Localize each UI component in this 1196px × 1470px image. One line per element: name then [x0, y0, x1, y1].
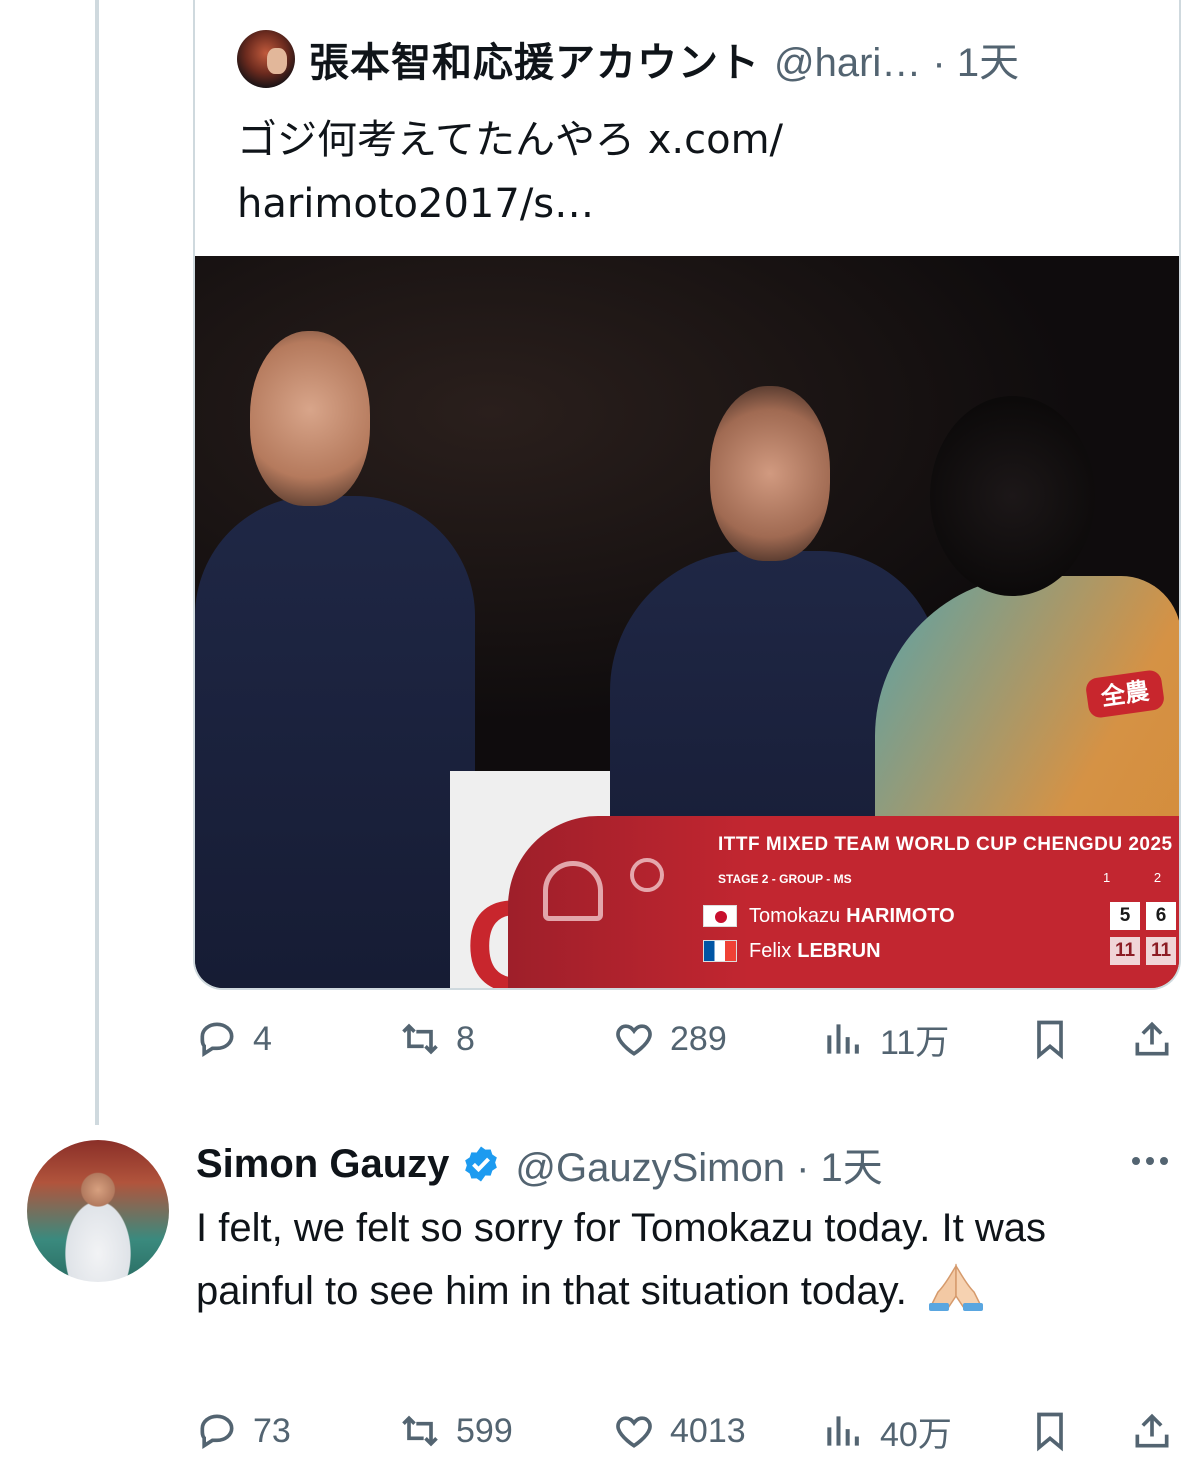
reply-tweet-header: Simon Gauzy @GauzySimon · 1天 — [196, 1136, 883, 1192]
like-count: 4013 — [670, 1411, 746, 1450]
views-button[interactable]: 11万 — [822, 1014, 949, 1064]
bookmark-button[interactable] — [1028, 1014, 1072, 1064]
player1-first-name: Tomokazu — [749, 904, 841, 927]
reply-author-name[interactable]: Simon Gauzy — [196, 1142, 449, 1187]
quoted-tweet-card[interactable]: 張本智和応援アカウント @hari… · 1天 ゴジ何考えてたんやろ x.com… — [193, 0, 1181, 990]
reply-tweet-body: I felt, we felt so sorry for Tomokazu to… — [196, 1206, 1046, 1313]
bookmark-icon — [1037, 1412, 1063, 1452]
reply-author-handle-time[interactable]: @GauzySimon · 1天 — [515, 1135, 882, 1193]
scoreboard-title: ITTF MIXED TEAM WORLD CUP CHENGDU 2025 — [718, 834, 1173, 855]
reply-count: 73 — [253, 1411, 291, 1450]
video-person-left-head — [250, 331, 370, 506]
world-cup-logo-icon — [543, 861, 603, 921]
views-count: 40万 — [880, 1415, 952, 1454]
france-flag-icon — [703, 940, 737, 962]
like-button[interactable]: 289 — [612, 1014, 727, 1064]
repost-count: 8 — [456, 1019, 475, 1058]
player1-last-name: HARIMOTO — [846, 904, 955, 927]
quoted-tweet-video[interactable]: C 全農 ITTF MIXED TEAM WORLD CUP CHENGDU 2… — [195, 256, 1179, 988]
reply-author-avatar[interactable] — [27, 1140, 169, 1282]
share-button[interactable] — [1130, 1014, 1174, 1064]
repost-count: 599 — [456, 1411, 513, 1450]
repost-icon — [402, 1415, 438, 1447]
views-button[interactable]: 40万 — [822, 1406, 952, 1456]
reply-icon — [200, 1414, 234, 1450]
repost-button[interactable]: 8 — [398, 1014, 475, 1064]
quoted-author-avatar[interactable] — [237, 30, 295, 88]
quoted-author-name[interactable]: 張本智和応援アカウント — [309, 30, 760, 88]
bookmark-icon — [1037, 1020, 1063, 1060]
reply-button[interactable]: 73 — [195, 1406, 291, 1456]
like-button[interactable]: 4013 — [612, 1406, 746, 1456]
trophy-logo-icon — [630, 858, 664, 892]
quoted-author-handle-time[interactable]: @hari… · 1天 — [774, 30, 1019, 88]
video-person-center-head — [710, 386, 830, 561]
reply-tweet-text: I felt, we felt so sorry for Tomokazu to… — [196, 1197, 1166, 1323]
video-person-right-head — [930, 396, 1095, 596]
japan-flag-icon — [703, 905, 737, 927]
video-scoreboard: ITTF MIXED TEAM WORLD CUP CHENGDU 2025 S… — [508, 816, 1179, 988]
scoreboard-stage: STAGE 2 - GROUP - MS — [718, 872, 852, 886]
game-1-header: 1 — [1103, 870, 1111, 885]
quoted-tweet-header: 張本智和応援アカウント @hari… · 1天 — [237, 30, 1019, 88]
share-icon — [1135, 1413, 1169, 1448]
scoreboard-game-headers: 1 2 — [1103, 870, 1161, 885]
repost-button[interactable]: 599 — [398, 1406, 513, 1456]
player1-game1-score: 5 — [1110, 902, 1140, 930]
praying-hands-icon — [928, 1263, 983, 1311]
quoted-tweet-action-bar: 4 8 289 11万 — [0, 1014, 1196, 1064]
player2-game2-score: 11 — [1146, 937, 1176, 965]
scoreboard-row-player1: Tomokazu HARIMOTO — [703, 901, 955, 931]
player2-game1-score: 11 — [1110, 937, 1140, 965]
repost-icon — [402, 1023, 438, 1055]
reply-count: 4 — [253, 1019, 272, 1058]
reply-button[interactable]: 4 — [195, 1014, 272, 1064]
reply-icon — [200, 1022, 234, 1058]
player2-last-name: LEBRUN — [797, 939, 881, 962]
quoted-tweet-text: ゴジ何考えてたんやろ x.com/ harimoto2017/s… — [237, 117, 784, 227]
thread-connector-line — [95, 0, 99, 1125]
more-icon[interactable] — [1125, 1146, 1175, 1176]
views-icon — [827, 1416, 859, 1446]
scoreboard-row-player2: Felix LEBRUN — [703, 936, 881, 966]
share-button[interactable] — [1130, 1406, 1174, 1456]
bookmark-button[interactable] — [1028, 1406, 1072, 1456]
like-icon — [616, 1024, 652, 1056]
views-icon — [827, 1024, 859, 1054]
player2-first-name: Felix — [749, 939, 792, 962]
game-2-header: 2 — [1153, 870, 1162, 885]
verified-icon — [465, 1146, 498, 1182]
share-icon — [1135, 1021, 1169, 1056]
video-person-left — [195, 496, 475, 988]
views-count: 11万 — [880, 1023, 950, 1062]
like-icon — [616, 1416, 652, 1448]
player1-game2-score: 6 — [1146, 902, 1176, 930]
reply-tweet-action-bar: 73 599 4013 40万 — [0, 1406, 1196, 1456]
like-count: 289 — [670, 1019, 727, 1058]
